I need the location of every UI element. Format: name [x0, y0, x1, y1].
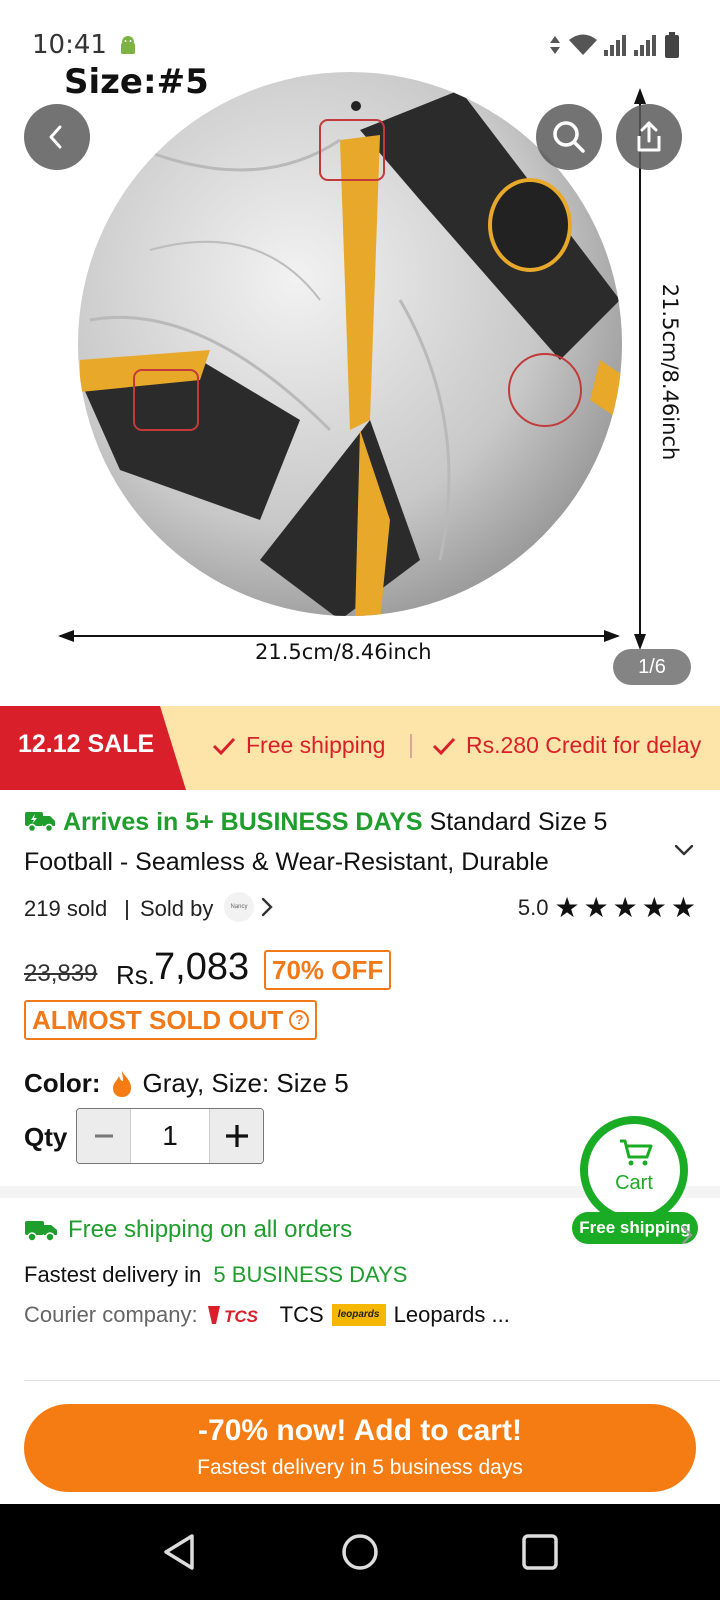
status-icons	[548, 32, 680, 58]
share-button[interactable]	[616, 104, 682, 170]
product-title[interactable]: Arrives in 5+ BUSINESS DAYS Standard Siz…	[24, 802, 644, 882]
minus-icon	[94, 1134, 113, 1138]
chevron-left-icon	[49, 125, 62, 149]
add-to-cart-sublabel: Fastest delivery in 5 business days	[197, 1456, 523, 1479]
perk-credit-for-delay: Rs.280 Credit for delay	[432, 732, 701, 759]
delivery-truck-icon	[25, 1221, 57, 1242]
battery-icon	[665, 32, 679, 58]
check-icon	[212, 737, 236, 755]
leopards-logo: leopards	[331, 1304, 386, 1326]
share-icon	[637, 121, 661, 152]
divider	[24, 1380, 720, 1381]
fastest-delivery-label: Fastest delivery in	[24, 1262, 202, 1287]
fastest-delivery: Fastest delivery in 5 BUSINESS DAYS	[24, 1262, 407, 1288]
svg-text:TCS: TCS	[224, 1307, 259, 1326]
qty-increment-button[interactable]	[209, 1109, 263, 1163]
signal-icon-1	[604, 35, 626, 56]
android-debug-icon	[121, 36, 135, 54]
star-icon: ★	[641, 892, 667, 923]
tcs-logo: TCS	[207, 1306, 259, 1326]
sale-banner[interactable]: 12.12 SALE Free shipping Rs.280 Credit f…	[0, 706, 720, 790]
chevron-down-icon[interactable]	[672, 838, 696, 862]
plus-icon	[225, 1125, 248, 1147]
image-page-indicator: 1/6	[613, 649, 691, 685]
perk-divider	[410, 734, 412, 758]
currency: Rs.	[116, 960, 155, 990]
cart-label: Cart	[615, 1172, 653, 1194]
qty-label: Qty	[24, 1122, 68, 1152]
color-value: Gray, Size: Size 5	[142, 1068, 349, 1098]
search-button[interactable]	[536, 104, 602, 170]
add-to-cart-label: -70% now! Add to cart!	[198, 1414, 522, 1447]
dimension-width-label: 21.5cm/8.46inch	[255, 640, 432, 664]
add-to-cart-button[interactable]: -70% now! Add to cart! Fastest delivery …	[24, 1404, 696, 1492]
original-price: 23,839	[24, 960, 98, 987]
price-row: 23,839 Rs. 7,083 70% OFF	[24, 944, 704, 1000]
perk-credit-label: Rs.280 Credit for delay	[466, 732, 702, 758]
search-icon	[553, 121, 585, 153]
shipping-headline-text: Free shipping on all orders	[68, 1216, 353, 1243]
check-icon	[432, 737, 456, 755]
variant-selection[interactable]: Color: Gray, Size: Size 5	[24, 1068, 349, 1099]
stock-status-text: ALMOST SOLD OUT	[32, 1005, 284, 1035]
almost-sold-out-badge[interactable]: ALMOST SOLD OUT ?	[24, 1000, 318, 1040]
flame-icon	[112, 1070, 131, 1097]
fastest-delivery-days: 5 BUSINESS DAYS	[213, 1262, 408, 1287]
qty-decrement-button[interactable]	[77, 1109, 131, 1163]
nav-home-icon[interactable]	[336, 1528, 384, 1576]
star-icon: ★	[670, 892, 696, 923]
product-meta-row: 219 sold Sold by Nancy 5.0 ★ ★ ★ ★ ★	[24, 892, 696, 928]
rating-value: 5.0	[517, 895, 549, 920]
status-bar: 10:41	[0, 0, 720, 96]
quantity-stepper[interactable]: 1	[76, 1108, 264, 1164]
sale-price: 7,083	[154, 946, 250, 988]
meta-divider	[126, 900, 128, 920]
seller-logo[interactable]: Nancy	[224, 892, 254, 922]
courier-tcs: TCS	[279, 1302, 324, 1327]
wifi-icon	[569, 34, 597, 55]
star-icon: ★	[612, 892, 638, 923]
discount-badge: 70% OFF	[264, 950, 392, 990]
sold-count: 219 sold	[24, 896, 108, 921]
system-navigation-bar	[0, 1504, 720, 1600]
data-transfer-icon	[550, 36, 560, 54]
courier-leopards: Leopards ...	[393, 1302, 510, 1327]
fast-delivery-truck-icon	[25, 812, 55, 833]
perk-free-shipping: Free shipping	[212, 732, 385, 759]
cart-button[interactable]: Cart	[580, 1116, 688, 1224]
color-label: Color:	[24, 1068, 101, 1098]
courier-label: Courier company:	[24, 1302, 198, 1327]
help-icon[interactable]: ?	[289, 1010, 310, 1030]
sold-by-label[interactable]: Sold by	[140, 896, 213, 922]
football-image	[58, 72, 646, 650]
back-button[interactable]	[24, 104, 90, 170]
quantity-row: Qty 1	[24, 1108, 384, 1164]
product-image-gallery[interactable]: Size:#5 21.5cm/8.46inch 21.5cm/8.46inch …	[0, 0, 720, 706]
sale-tag: 12.12 SALE	[0, 706, 186, 790]
sale-tag-text: 12.12 SALE	[18, 730, 155, 758]
star-icon: ★	[554, 892, 580, 923]
chevron-right-icon[interactable]	[680, 1224, 694, 1246]
arrival-estimate: Arrives in 5+ BUSINESS DAYS	[62, 808, 423, 836]
cart-icon	[620, 1139, 653, 1166]
shipping-headline: Free shipping on all orders	[24, 1216, 352, 1244]
nav-recents-icon[interactable]	[516, 1528, 564, 1576]
chevron-right-icon[interactable]	[260, 896, 274, 918]
signal-icon-2	[634, 35, 656, 56]
qty-value[interactable]: 1	[131, 1109, 209, 1163]
status-time: 10:41	[32, 30, 107, 60]
star-icon: ★	[583, 892, 609, 923]
rating[interactable]: 5.0 ★ ★ ★ ★ ★	[518, 894, 696, 922]
courier-companies: Courier company: TCS TCS leopards Leopar…	[24, 1302, 510, 1328]
nav-back-icon[interactable]	[156, 1528, 204, 1576]
dimension-height-label: 21.5cm/8.46inch	[658, 283, 682, 461]
perk-free-shipping-label: Free shipping	[246, 732, 386, 758]
